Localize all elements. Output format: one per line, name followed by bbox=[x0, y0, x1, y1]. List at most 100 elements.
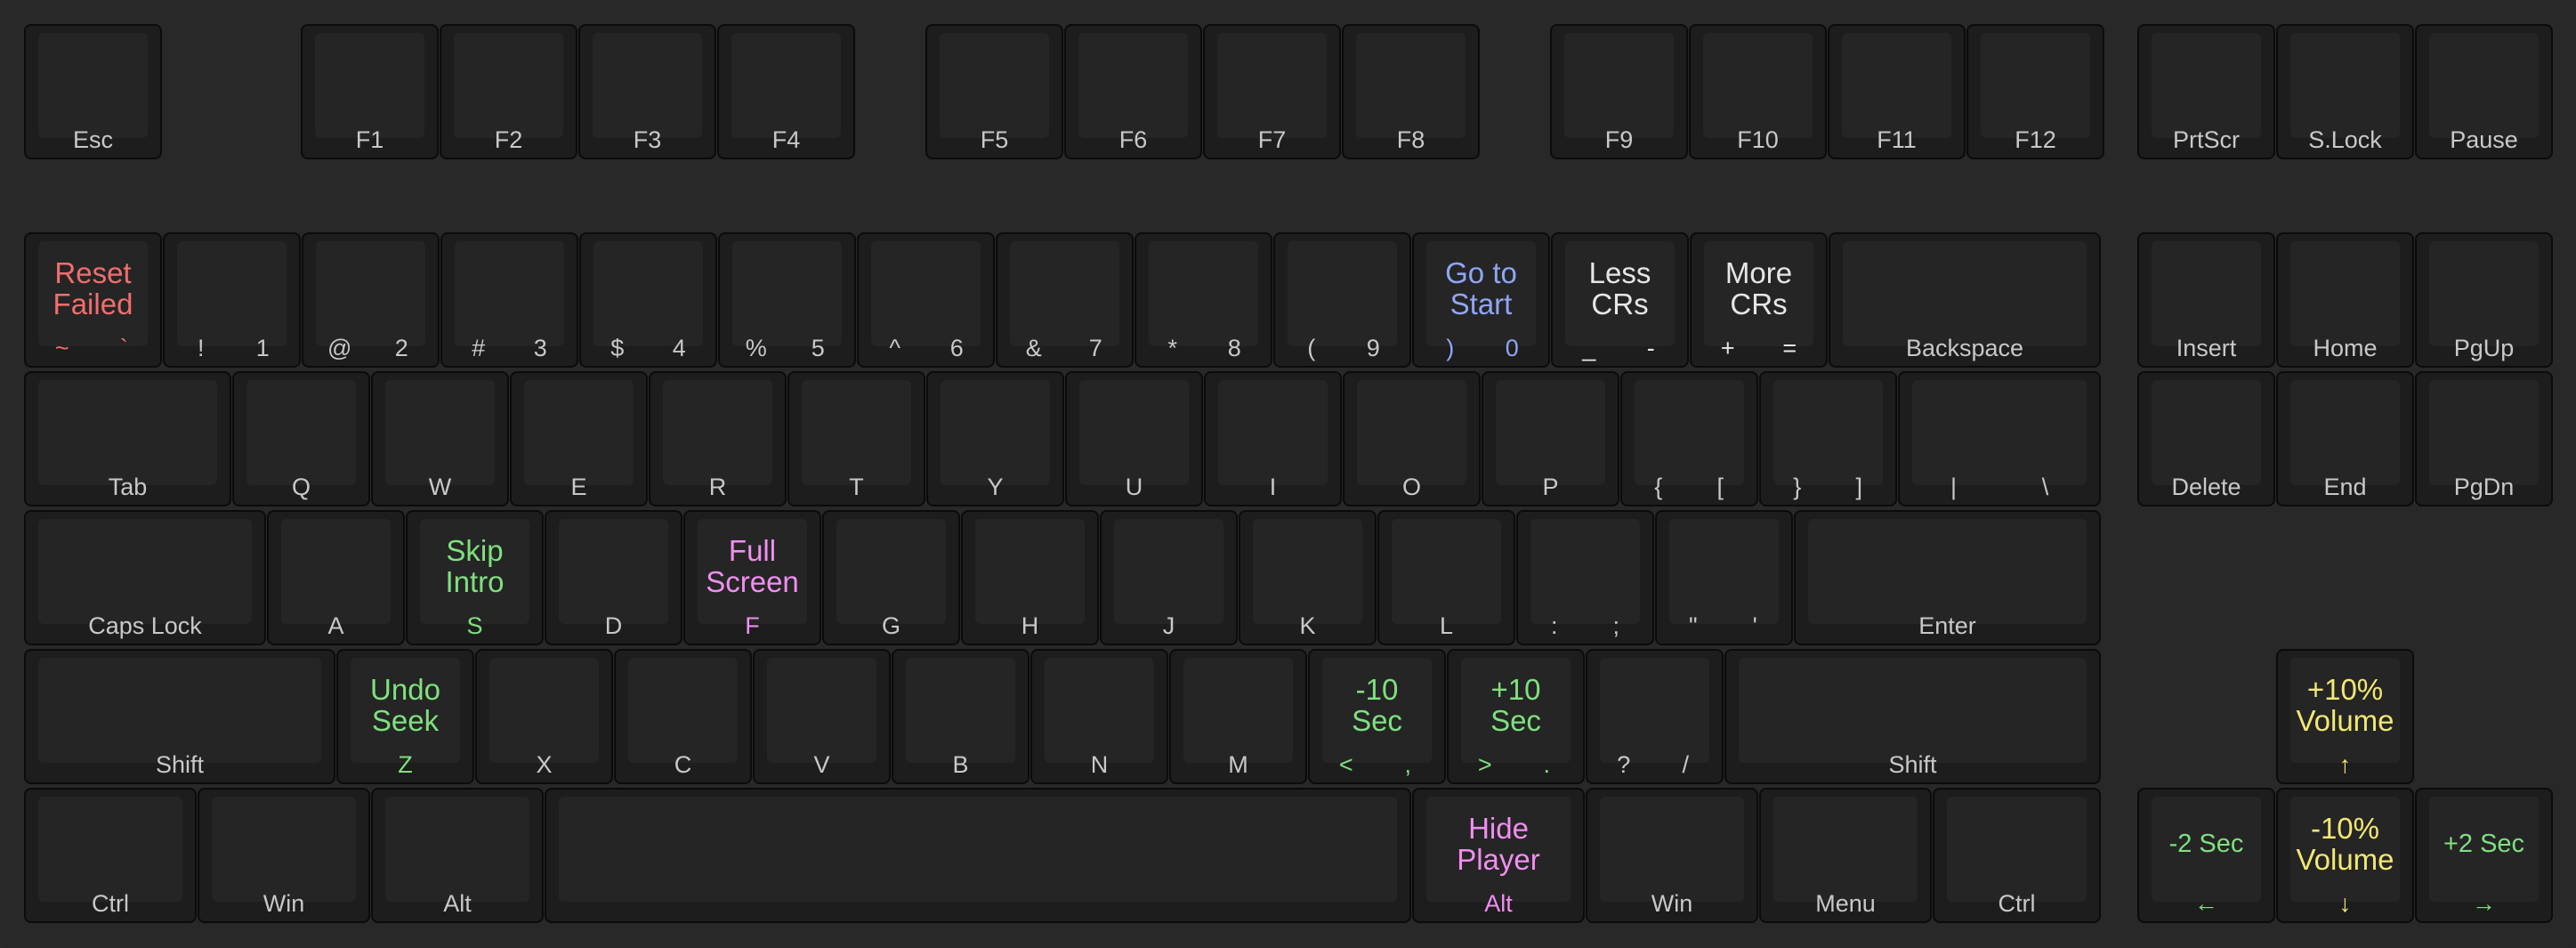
key-right[interactable]: +2 Sec → bbox=[2415, 788, 2553, 923]
arrow-right-icon: → bbox=[2472, 890, 2496, 917]
key-f5[interactable]: F5 bbox=[925, 24, 1063, 159]
key-pgup[interactable]: PgUp bbox=[2415, 232, 2553, 368]
key-n1[interactable]: ! 1 bbox=[163, 232, 301, 368]
key-t[interactable]: T bbox=[787, 371, 925, 506]
key-n2[interactable]: @2 bbox=[302, 232, 440, 368]
key-down[interactable]: -10% Volume ↓ bbox=[2276, 788, 2414, 923]
key-menu[interactable]: Menu bbox=[1759, 788, 1932, 923]
key-m[interactable]: M bbox=[1169, 649, 1307, 784]
key-f2[interactable]: F2 bbox=[440, 24, 577, 159]
key-left[interactable]: -2 Sec ← bbox=[2137, 788, 2275, 923]
key-l[interactable]: L bbox=[1377, 510, 1515, 645]
key-esc[interactable]: Esc bbox=[24, 24, 162, 159]
keycap-surface bbox=[38, 519, 252, 624]
key-backslash[interactable]: | \ bbox=[1898, 371, 2101, 506]
key-lalt[interactable]: Alt bbox=[371, 788, 544, 923]
key-function-label: -10 Sec bbox=[1352, 673, 1402, 737]
key-comma[interactable]: -10 Sec <, bbox=[1308, 649, 1446, 784]
key-k[interactable]: K bbox=[1239, 510, 1377, 645]
key-shift-symbol: ! bbox=[198, 335, 205, 361]
key-pause[interactable]: Pause bbox=[2415, 24, 2553, 159]
key-v[interactable]: V bbox=[753, 649, 891, 784]
key-f12[interactable]: F12 bbox=[1966, 24, 2104, 159]
key-base-symbol: 0 bbox=[1505, 335, 1519, 361]
key-f[interactable]: Full Screen F bbox=[683, 510, 821, 645]
key-n3[interactable]: #3 bbox=[440, 232, 578, 368]
key-e[interactable]: E bbox=[510, 371, 648, 506]
key-u[interactable]: U bbox=[1065, 371, 1203, 506]
keycap-surface bbox=[38, 797, 182, 902]
key-n6[interactable]: ^ 6 bbox=[857, 232, 995, 368]
key-n8[interactable]: * 8 bbox=[1135, 232, 1272, 368]
key-quote[interactable]: " ' bbox=[1655, 510, 1793, 645]
key-d[interactable]: D bbox=[545, 510, 682, 645]
key-h[interactable]: H bbox=[961, 510, 1099, 645]
key-home[interactable]: Home bbox=[2276, 232, 2414, 368]
key-w[interactable]: W bbox=[371, 371, 509, 506]
key-prtscr[interactable]: PrtScr bbox=[2137, 24, 2275, 159]
key-lctrl[interactable]: Ctrl bbox=[24, 788, 197, 923]
key-o[interactable]: O bbox=[1343, 371, 1481, 506]
key-label: F5 bbox=[980, 126, 1009, 153]
key-x[interactable]: X bbox=[475, 649, 613, 784]
key-slock[interactable]: S.Lock bbox=[2276, 24, 2414, 159]
key-label: PgDn bbox=[2453, 474, 2515, 500]
key-backtick[interactable]: Reset Failed ~ ` bbox=[24, 232, 162, 368]
key-space[interactable] bbox=[545, 788, 1411, 923]
key-f7[interactable]: F7 bbox=[1203, 24, 1341, 159]
key-lshift[interactable]: Shift bbox=[24, 649, 335, 784]
key-f3[interactable]: F3 bbox=[578, 24, 716, 159]
key-minus[interactable]: Less CRs _ - bbox=[1551, 232, 1689, 368]
key-n0[interactable]: Go to Start) 0 bbox=[1412, 232, 1550, 368]
key-semicolon[interactable]: :; bbox=[1516, 510, 1654, 645]
keycap-surface bbox=[2152, 380, 2261, 485]
key-tab[interactable]: Tab bbox=[24, 371, 231, 506]
key-a[interactable]: A bbox=[267, 510, 405, 645]
key-r[interactable]: R bbox=[649, 371, 787, 506]
key-f10[interactable]: F10 bbox=[1689, 24, 1827, 159]
key-n5[interactable]: % 5 bbox=[718, 232, 856, 368]
key-p[interactable]: P bbox=[1482, 371, 1619, 506]
key-equals[interactable]: More CRs + = bbox=[1690, 232, 1828, 368]
key-capslock[interactable]: Caps Lock bbox=[24, 510, 266, 645]
key-n9[interactable]: (9 bbox=[1273, 232, 1411, 368]
key-f1[interactable]: F1 bbox=[301, 24, 439, 159]
key-enter[interactable]: Enter bbox=[1794, 510, 2101, 645]
key-ralt[interactable]: Hide Player Alt bbox=[1412, 788, 1585, 923]
key-rbracket[interactable]: }] bbox=[1759, 371, 1897, 506]
key-up[interactable]: +10% Volume ↑ bbox=[2276, 649, 2414, 784]
key-pgdn[interactable]: PgDn bbox=[2415, 371, 2553, 506]
key-q[interactable]: Q bbox=[232, 371, 370, 506]
key-period[interactable]: +10 Sec >. bbox=[1447, 649, 1585, 784]
key-f6[interactable]: F6 bbox=[1064, 24, 1202, 159]
key-c[interactable]: C bbox=[614, 649, 752, 784]
key-delete[interactable]: Delete bbox=[2137, 371, 2275, 506]
key-insert[interactable]: Insert bbox=[2137, 232, 2275, 368]
key-y[interactable]: Y bbox=[926, 371, 1064, 506]
key-backspace[interactable]: Backspace bbox=[1829, 232, 2101, 368]
key-g[interactable]: G bbox=[822, 510, 960, 645]
key-label: F6 bbox=[1118, 126, 1148, 153]
key-rctrl[interactable]: Ctrl bbox=[1933, 788, 2101, 923]
key-i[interactable]: I bbox=[1204, 371, 1342, 506]
key-slash[interactable]: ? / bbox=[1586, 649, 1724, 784]
key-rwin[interactable]: Win bbox=[1586, 788, 1758, 923]
key-f8[interactable]: F8 bbox=[1342, 24, 1480, 159]
key-label: PrtScr bbox=[2172, 126, 2240, 153]
key-f11[interactable]: F11 bbox=[1828, 24, 1966, 159]
key-f4[interactable]: F4 bbox=[717, 24, 855, 159]
key-z[interactable]: Undo Seek Z bbox=[336, 649, 474, 784]
key-j[interactable]: J bbox=[1100, 510, 1238, 645]
key-lwin[interactable]: Win bbox=[198, 788, 370, 923]
key-rshift[interactable]: Shift bbox=[1724, 649, 2101, 784]
key-n[interactable]: N bbox=[1030, 649, 1168, 784]
key-b[interactable]: B bbox=[892, 649, 1030, 784]
key-n4[interactable]: $4 bbox=[579, 232, 717, 368]
keycap-surface bbox=[767, 658, 876, 763]
key-base-symbol: 8 bbox=[1227, 335, 1241, 361]
key-end[interactable]: End bbox=[2276, 371, 2414, 506]
key-n7[interactable]: & 7 bbox=[996, 232, 1134, 368]
key-s[interactable]: Skip Intro S bbox=[406, 510, 544, 645]
key-lbracket[interactable]: {[ bbox=[1620, 371, 1758, 506]
key-f9[interactable]: F9 bbox=[1550, 24, 1688, 159]
